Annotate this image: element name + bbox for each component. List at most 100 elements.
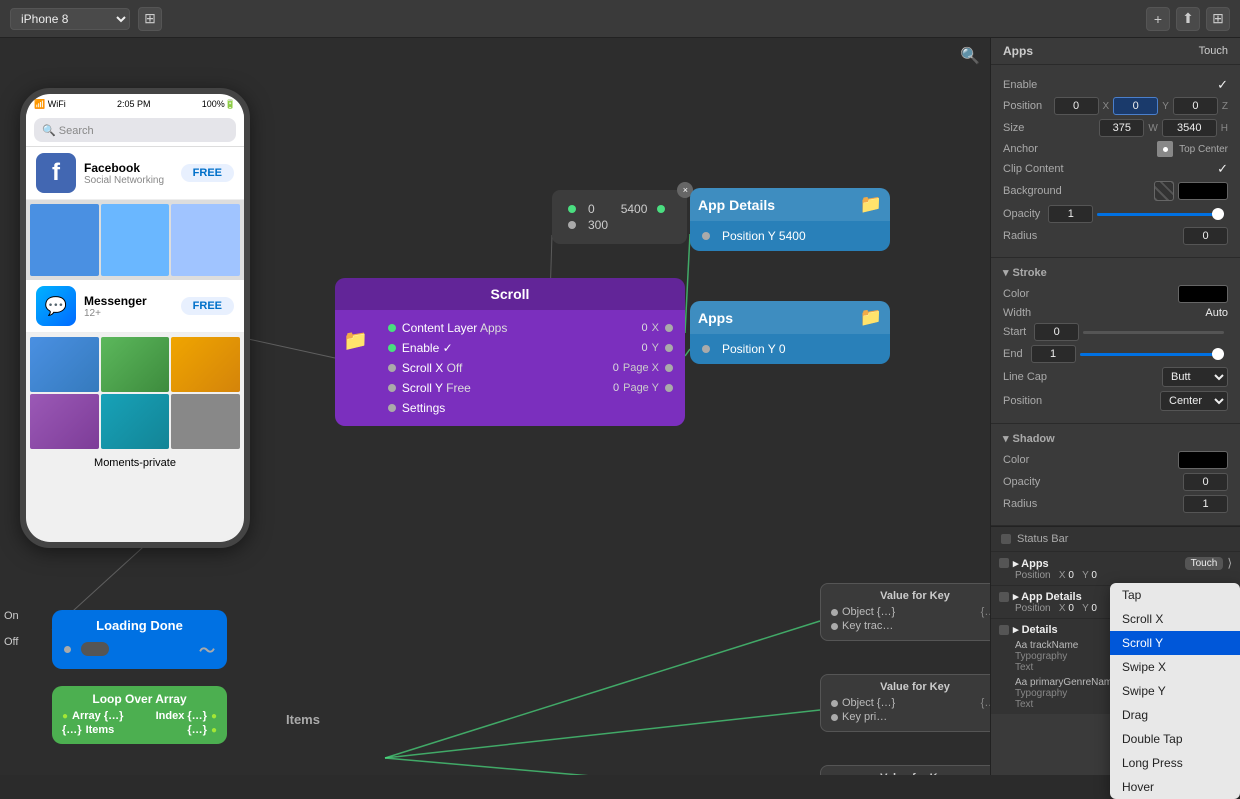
stroke-color-swatch[interactable] — [1178, 285, 1228, 303]
multi-view-icon[interactable]: ⊞ — [138, 7, 162, 31]
bg-swatch-area — [1154, 181, 1228, 201]
dropdown-tap[interactable]: Tap — [1110, 583, 1240, 607]
vfk2-row-2: Key pri… — [831, 711, 990, 723]
vfk1-row-2: Key trac… — [831, 620, 990, 632]
photo-1 — [30, 337, 99, 392]
stroke-color-label: Color — [1003, 288, 1029, 300]
shadow-radius-input[interactable] — [1183, 495, 1228, 513]
photo-5 — [101, 394, 170, 449]
value-for-key-3[interactable]: Value for Key Object {…} {…} — [820, 765, 990, 775]
shadow-color-swatch[interactable] — [1178, 451, 1228, 469]
canvas[interactable]: 🔍 📶 WiFi 2:05 PM 100%🔋 — [0, 38, 990, 775]
facebook-category: Social Networking — [84, 175, 173, 186]
position-z-input[interactable] — [1173, 97, 1218, 115]
position-y-input[interactable] — [1113, 97, 1158, 115]
app-details-node[interactable]: App Details 📁 Position Y 5400 — [690, 188, 890, 251]
add-button[interactable]: + — [1146, 7, 1170, 31]
apps-header: Apps 📁 — [690, 301, 890, 334]
size-w-input[interactable] — [1099, 119, 1144, 137]
shadow-radius-label: Radius — [1003, 498, 1037, 510]
stroke-start-slider[interactable] — [1083, 331, 1224, 334]
anchor-area: Top Center — [1157, 141, 1228, 157]
radius-input[interactable] — [1183, 227, 1228, 245]
shadow-opacity-input[interactable] — [1183, 473, 1228, 491]
clip-content-label: Clip Content — [1003, 163, 1064, 175]
close-value-node[interactable]: × 0 5400 300 — [552, 190, 687, 244]
stroke-end-slider[interactable] — [1080, 353, 1224, 356]
iphone-preview: 📶 WiFi 2:05 PM 100%🔋 🔍 Search f Facebook… — [20, 88, 250, 548]
device-select[interactable]: iPhone 8 — [10, 8, 130, 30]
apps-checkbox[interactable] — [999, 558, 1009, 568]
scroll-node-title: Scroll — [335, 278, 685, 310]
dropdown-double-tap[interactable]: Double Tap — [1110, 727, 1240, 751]
touch-dropdown-menu[interactable]: Tap Scroll X Scroll Y Swipe X Swipe Y Dr… — [1110, 583, 1240, 799]
vfk2-dot-1 — [831, 700, 838, 707]
opacity-slider-fill — [1097, 213, 1224, 216]
messenger-app-row: 💬 Messenger 12+ FREE — [26, 280, 244, 333]
details-checkbox[interactable] — [999, 625, 1009, 635]
iphone-search-area: 🔍 Search — [26, 114, 244, 147]
apps-overlay-header: ▸ Apps Touch ⟩ — [999, 556, 1232, 570]
loading-ripple-icon: 〜 — [199, 637, 215, 661]
linecap-select[interactable]: Butt Round Square — [1162, 367, 1228, 387]
stroke-linecap-row: Line Cap Butt Round Square — [1003, 367, 1228, 387]
loading-done-node[interactable]: Loading Done 〜 — [52, 610, 227, 669]
size-h-input[interactable] — [1162, 119, 1217, 137]
search-icon[interactable]: 🔍 — [960, 46, 980, 66]
anchor-label: Anchor — [1003, 143, 1038, 155]
shadow-color-row: Color — [1003, 451, 1228, 469]
right-dot-content-layer — [665, 324, 673, 332]
stroke-position-select[interactable]: Center Inside Outside — [1160, 391, 1228, 411]
panel-touch-label: Touch — [1199, 45, 1228, 57]
panel-apps-title: Apps — [1003, 44, 1033, 58]
opacity-slider-thumb[interactable] — [1212, 208, 1224, 220]
app-details-expand: ▸ App Details — [999, 590, 1082, 603]
opacity-slider-track[interactable] — [1097, 213, 1224, 216]
photo-2 — [101, 337, 170, 392]
panel-position-row: Position X Y Z — [1003, 97, 1228, 115]
loading-toggle[interactable] — [81, 642, 109, 656]
stroke-collapse-icon[interactable]: ▾ — [1003, 266, 1009, 279]
dropdown-swipe-y[interactable]: Swipe Y — [1110, 679, 1240, 703]
dropdown-long-press[interactable]: Long Press — [1110, 751, 1240, 775]
scroll-node[interactable]: Scroll 📁 Content Layer Apps 0 X Enable ✓… — [335, 278, 685, 426]
dropdown-hover[interactable]: Hover — [1110, 775, 1240, 799]
dropdown-scroll-y[interactable]: Scroll Y — [1110, 631, 1240, 655]
facebook-icon: f — [36, 153, 76, 193]
shadow-opacity-label: Opacity — [1003, 476, 1040, 488]
dropdown-drag[interactable]: Drag — [1110, 703, 1240, 727]
shadow-collapse-icon[interactable]: ▾ — [1003, 432, 1009, 445]
apps-body: Position Y 0 — [690, 334, 890, 364]
loop-array-node[interactable]: Loop Over Array ● Array {…} Index {…} ● … — [52, 686, 227, 744]
facebook-get-btn[interactable]: FREE — [181, 164, 234, 182]
stroke-section: ▾ Stroke Color Width Auto Start — [991, 258, 1240, 424]
apps-dot — [702, 345, 710, 353]
position-xyz: X Y Z — [1054, 97, 1228, 115]
view-toggle-button[interactable]: ⊞ — [1206, 7, 1230, 31]
app-details-checkbox[interactable] — [999, 592, 1009, 602]
value-for-key-2[interactable]: Value for Key Object {…} {…} Key pri… — [820, 674, 990, 732]
stroke-end-input[interactable] — [1031, 345, 1076, 363]
radius-label: Radius — [1003, 230, 1037, 242]
apps-overlay-section: ▸ Apps Touch ⟩ Position X 0 Y 0 — [991, 552, 1240, 586]
position-x-input[interactable] — [1054, 97, 1099, 115]
apps-position-row: Position X 0 Y 0 — [999, 570, 1232, 581]
apps-touch-badge: Touch — [1185, 557, 1224, 570]
opacity-area — [1048, 205, 1228, 223]
apps-expand-icon[interactable]: ⟩ — [1227, 556, 1232, 570]
messenger-category: 12+ — [84, 308, 173, 319]
opacity-input[interactable] — [1048, 205, 1093, 223]
stroke-start-label: Start — [1003, 326, 1026, 338]
messenger-get-btn[interactable]: FREE — [181, 297, 234, 315]
stroke-end-thumb[interactable] — [1212, 348, 1224, 360]
apps-node[interactable]: Apps 📁 Position Y 0 — [690, 301, 890, 364]
stroke-start-input[interactable] — [1034, 323, 1079, 341]
bg-pattern-swatch[interactable] — [1154, 181, 1174, 201]
apps-controls: Touch ⟩ — [1185, 556, 1232, 570]
bg-color-swatch[interactable] — [1178, 182, 1228, 200]
w-label: W — [1148, 123, 1157, 134]
dropdown-swipe-x[interactable]: Swipe X — [1110, 655, 1240, 679]
share-button[interactable]: ⬆ — [1176, 7, 1200, 31]
dropdown-scroll-x[interactable]: Scroll X — [1110, 607, 1240, 631]
value-for-key-1[interactable]: Value for Key Object {…} {…} Key trac… — [820, 583, 990, 641]
